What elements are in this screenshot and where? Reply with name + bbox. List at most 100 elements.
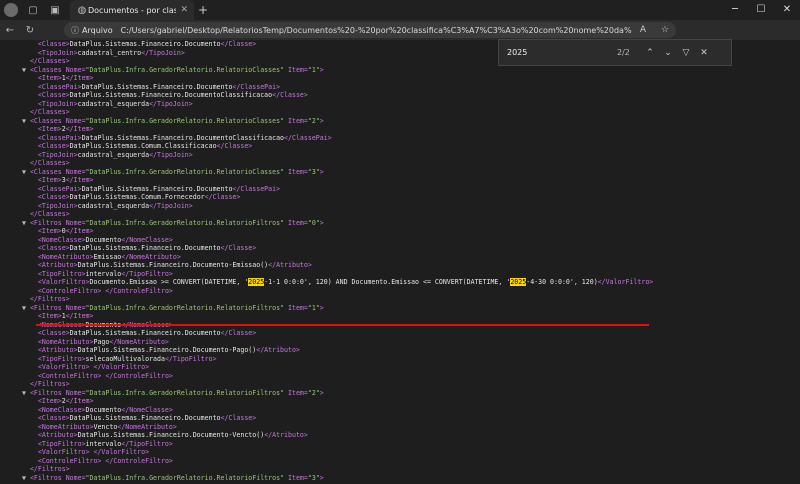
xml-token: Documento.Emissao >= CONVERT(DATETIME, ' xyxy=(89,278,249,286)
xml-token: </Item> xyxy=(65,176,94,184)
xml-token: "2" xyxy=(307,388,320,397)
xml-token: <ControleFiltro> xyxy=(37,371,102,380)
line-gutter xyxy=(22,83,38,91)
xml-token: </TipoJoin> xyxy=(141,48,185,57)
line-gutter xyxy=(22,329,38,337)
xml-token: cadastral_esquerda xyxy=(77,150,150,159)
tab-actions-icon[interactable]: ▣ xyxy=(44,0,66,20)
tab-strip: ▢ ▣ ◍ Documentos - por classificação c ✕… xyxy=(0,0,800,20)
info-icon[interactable]: ⓘ xyxy=(68,25,82,36)
xml-line: </Classes> xyxy=(22,108,653,117)
xml-line: <Atributo>DataPlus.Sistemas.Financeiro.D… xyxy=(22,261,653,270)
xml-token: -1-1 0:0:0', 120) AND Documento.Emissao … xyxy=(264,278,511,286)
next-result-icon[interactable]: ⌄ xyxy=(659,48,677,58)
xml-token: <TipoFiltro> xyxy=(37,269,86,278)
xml-token: Vencto xyxy=(93,422,118,431)
xml-line: <Item>3</Item> xyxy=(22,176,653,185)
tab-title: Documentos - por classificação c xyxy=(88,5,177,15)
back-arrow-icon[interactable]: ← xyxy=(0,25,20,36)
xml-token: </Atributo> xyxy=(264,431,308,439)
collapse-toggle-icon[interactable]: ▼ xyxy=(22,66,30,74)
xml-token: cadastral_esquerda xyxy=(77,201,150,210)
xml-token: <Item> xyxy=(37,74,62,82)
close-window-button[interactable]: ✕ xyxy=(774,0,800,20)
xml-line: ▼ <Filtros Nome="DataPlus.Infra.GeradorR… xyxy=(22,304,653,313)
xml-line: <ValorFiltro> </ValorFiltro> xyxy=(22,363,653,372)
xml-token: intervalo xyxy=(85,269,122,278)
line-gutter xyxy=(22,423,38,431)
collapse-toggle-icon[interactable]: ▼ xyxy=(22,304,30,312)
xml-line: <Classe>DataPlus.Sistemas.Comum.Forneced… xyxy=(22,193,653,202)
filter-icon[interactable]: ▽ xyxy=(677,48,695,58)
xml-token: </Atributo> xyxy=(256,346,300,354)
refresh-icon[interactable]: ↻ xyxy=(20,25,40,36)
xml-token: </ControleFiltro> xyxy=(105,286,173,295)
xml-token: > xyxy=(319,388,324,397)
xml-token: <Classes xyxy=(29,167,66,176)
xml-token: <Item> xyxy=(37,176,62,184)
xml-viewer[interactable]: <Classe> DataPlus.Sistemas.Financeiro.Doc… xyxy=(0,40,800,484)
new-tab-button[interactable]: + xyxy=(194,3,212,17)
xml-token: > xyxy=(319,303,324,312)
xml-line: ▼ <Classes Nome="DataPlus.Infra.GeradorR… xyxy=(22,117,653,126)
xml-token: <NomeAtributo> xyxy=(37,422,94,431)
star-icon[interactable]: ☆ xyxy=(654,25,676,35)
xml-token: "DataPlus.Infra.GeradorRelatorio.Relator… xyxy=(85,303,285,312)
address-bar[interactable]: ⓘ Arquivo C:/Users/gabriel/Desktop/Relat… xyxy=(64,22,676,38)
xml-token: </Item> xyxy=(65,125,94,133)
line-gutter xyxy=(22,261,38,269)
xml-token: <Item> xyxy=(37,227,62,235)
xml-token: "DataPlus.Infra.GeradorRelatorio.Relator… xyxy=(85,65,285,74)
xml-token: <Classe> xyxy=(37,40,70,48)
line-gutter xyxy=(22,346,38,354)
line-gutter xyxy=(22,244,38,252)
line-gutter xyxy=(22,91,38,99)
workspaces-icon[interactable]: ▢ xyxy=(22,0,44,20)
tab-active[interactable]: ◍ Documentos - por classificação c ✕ xyxy=(70,0,194,20)
read-aloud-icon[interactable]: A xyxy=(632,25,654,35)
collapse-toggle-icon[interactable]: ▼ xyxy=(22,117,30,125)
xml-line: ▼ <Filtros Nome="DataPlus.Infra.GeradorR… xyxy=(22,474,653,483)
xml-line: <Classe>DataPlus.Sistemas.Financeiro.Doc… xyxy=(22,91,653,100)
xml-token: -4-30 0:0:0', 120) xyxy=(526,278,598,286)
line-gutter xyxy=(22,355,38,363)
xml-token: </ValorFiltro> xyxy=(597,278,654,286)
xml-token: <ValorFiltro> xyxy=(37,278,90,286)
close-tab-icon[interactable]: ✕ xyxy=(180,5,188,15)
xml-token: <Filtros xyxy=(29,473,66,482)
minimize-button[interactable]: ─ xyxy=(722,0,748,20)
line-gutter xyxy=(22,185,38,193)
xml-token: Item= xyxy=(284,303,308,312)
url-text[interactable]: C:/Users/gabriel/Desktop/RelatoriosTemp/… xyxy=(121,26,632,35)
xml-token: </Filtros> xyxy=(29,465,70,473)
line-gutter xyxy=(22,448,38,456)
xml-token: <ClassePai> xyxy=(37,82,82,91)
xml-token: </ValorFiltro> xyxy=(93,448,150,456)
xml-token: <Classes xyxy=(29,116,66,125)
xml-token: </Filtros> xyxy=(29,380,70,388)
xml-token: <Atributo> xyxy=(37,346,78,354)
maximize-button[interactable]: ☐ xyxy=(748,0,774,20)
xml-token: DataPlus.Sistemas.Financeiro.Documento-P… xyxy=(77,346,257,354)
close-find-icon[interactable]: ✕ xyxy=(695,48,713,58)
globe-icon: ◍ xyxy=(77,4,87,16)
xml-token: Nome= xyxy=(65,388,86,397)
collapse-toggle-icon[interactable]: ▼ xyxy=(22,219,30,227)
xml-token: DataPlus.Sistemas.Financeiro.Documento xyxy=(81,184,233,193)
collapse-toggle-icon[interactable]: ▼ xyxy=(22,168,30,176)
xml-token: Documento xyxy=(85,405,122,414)
line-gutter xyxy=(22,380,30,388)
collapse-toggle-icon[interactable]: ▼ xyxy=(22,474,30,482)
xml-token: Pago xyxy=(93,337,110,346)
xml-token: Nome= xyxy=(65,116,86,125)
xml-token: intervalo xyxy=(85,439,122,448)
xml-token: </Item> xyxy=(65,227,94,235)
collapse-toggle-icon[interactable]: ▼ xyxy=(22,389,30,397)
xml-line: <TipoJoin>cadastral_esquerda</TipoJoin> xyxy=(22,202,653,211)
xml-token: <TipoFiltro> xyxy=(37,439,86,448)
line-gutter xyxy=(22,295,30,303)
find-input[interactable]: 2025 xyxy=(507,48,617,57)
xml-line: <ValorFiltro> </ValorFiltro> xyxy=(22,448,653,457)
profile-avatar[interactable] xyxy=(4,3,18,17)
previous-result-icon[interactable]: ⌃ xyxy=(641,48,659,58)
